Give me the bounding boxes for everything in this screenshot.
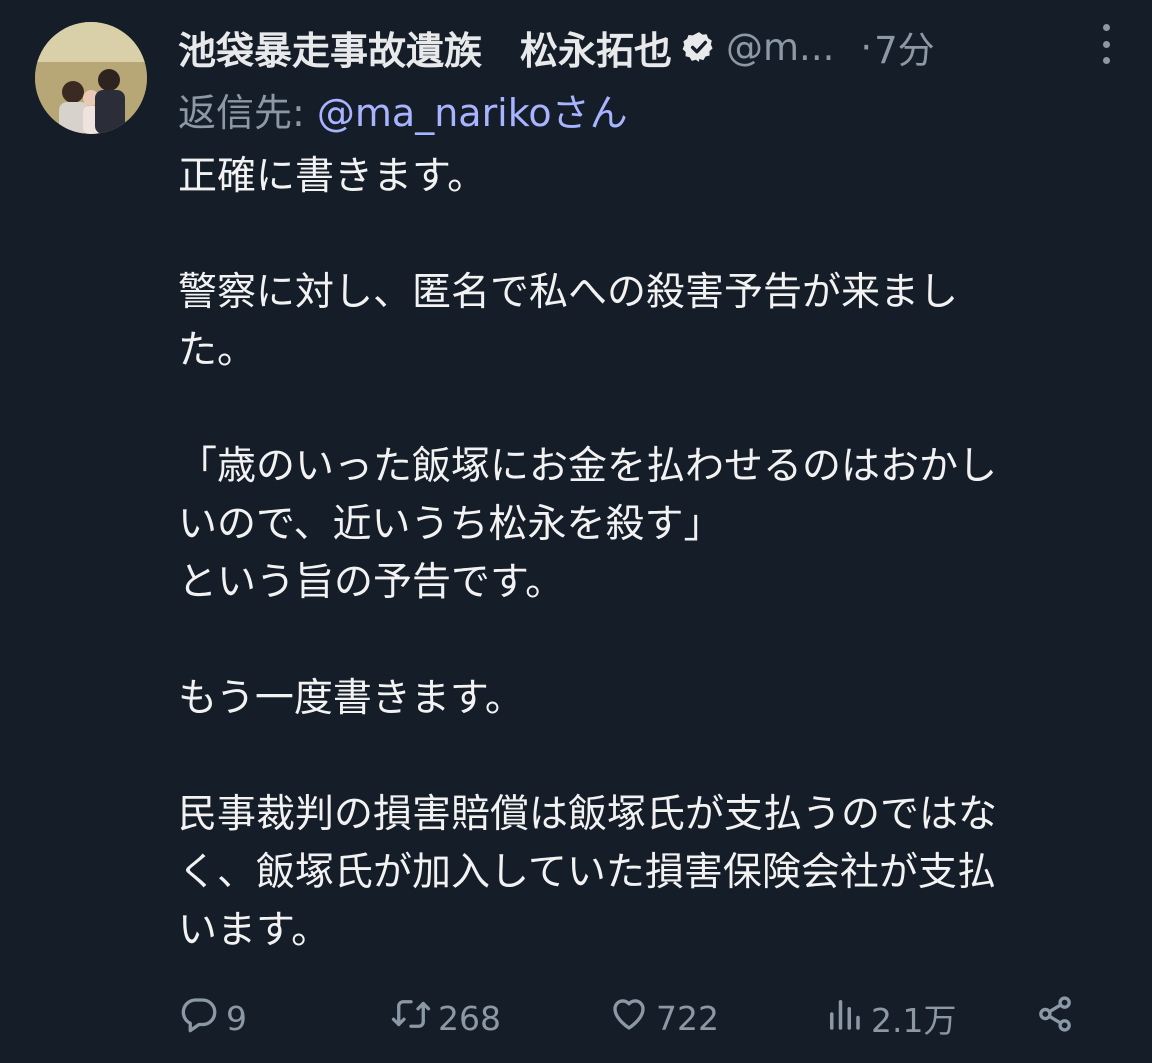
tweet-paragraph: 「歳のいった飯塚にお金を払わせるのはおかし いので、近いうち松永を殺す」 という… <box>178 444 998 605</box>
avatar-photo <box>35 22 147 134</box>
retweet-button[interactable]: 268 <box>390 992 501 1044</box>
timestamp[interactable]: 7分 <box>874 20 935 74</box>
reply-to-line: 返信先: @ma_narikoさん <box>178 82 628 137</box>
share-icon <box>1034 993 1076 1043</box>
tweet-paragraph: もう一度書きます。 <box>178 676 524 721</box>
display-name[interactable]: 池袋暴走事故遺族 松永拓也 <box>178 20 672 75</box>
views-button[interactable]: 2.1万 <box>823 992 956 1044</box>
tweet-paragraph <box>178 728 1128 786</box>
reply-count: 9 <box>226 998 247 1038</box>
separator-dot: · <box>860 25 873 69</box>
reply-to-suffix[interactable]: さん <box>552 91 628 135</box>
tweet-paragraph: 民事裁判の損害賠償は飯塚氏が支払うのではな く、飯塚氏が加入していた損害保険会社… <box>178 792 998 953</box>
retweet-count: 268 <box>438 998 501 1038</box>
reply-icon <box>178 993 220 1043</box>
views-icon <box>823 993 865 1043</box>
views-count: 2.1万 <box>871 1001 957 1040</box>
tweet-paragraph <box>178 612 1128 670</box>
tweet-header: 池袋暴走事故遺族 松永拓也 @m... · 7分 <box>178 20 1122 75</box>
tweet-paragraph: 正確に書きます。 <box>178 154 487 199</box>
reply-to-prefix: 返信先: <box>178 91 317 135</box>
retweet-icon <box>390 993 432 1043</box>
share-button[interactable] <box>1034 992 1076 1044</box>
heart-icon <box>608 993 650 1043</box>
tweet-paragraph <box>178 206 1128 264</box>
action-bar: 9 268 722 2.1万 <box>178 992 1088 1044</box>
more-options-icon[interactable] <box>1096 24 1116 64</box>
tweet-paragraph: 警察に対し、匿名で私への殺害予告が来まし た。 <box>178 270 959 373</box>
tweet-paragraph <box>178 380 1128 438</box>
like-button[interactable]: 722 <box>608 992 719 1044</box>
avatar[interactable] <box>35 22 147 134</box>
like-count: 722 <box>656 998 719 1038</box>
reply-button[interactable]: 9 <box>178 992 247 1044</box>
handle[interactable]: @m... <box>726 26 834 69</box>
reply-to-mention[interactable]: @ma_nariko <box>317 91 552 135</box>
verified-badge-icon[interactable] <box>682 30 716 64</box>
tweet-text: 正確に書きます。 警察に対し、匿名で私への殺害予告が来まし た。 「歳のいった飯… <box>178 148 1128 960</box>
